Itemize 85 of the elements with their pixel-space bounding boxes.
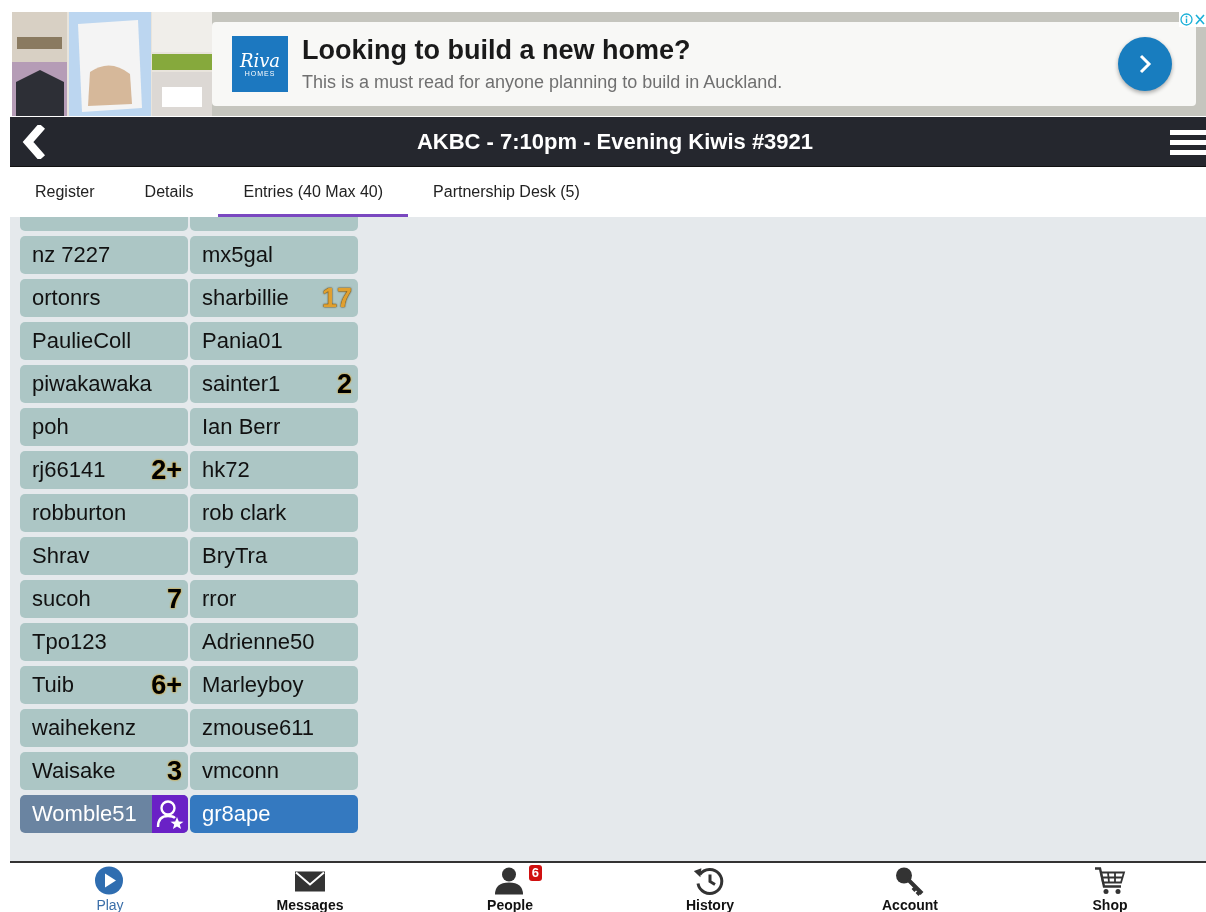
player-cell[interactable]: robburton [20, 494, 188, 532]
player-cell[interactable]: PaulieColl [20, 322, 188, 360]
player-cell[interactable]: Womble51 [20, 795, 188, 833]
rank-number: 2+ [151, 454, 182, 486]
player-cell[interactable]: Tuib 6+ [20, 666, 188, 704]
player-name: Ian Berr [202, 414, 282, 440]
player-name: poh [32, 414, 70, 440]
menu-button[interactable] [1170, 128, 1206, 155]
player-cell[interactable]: Marleyboy [190, 666, 358, 704]
player-cell[interactable]: poh [20, 408, 188, 446]
player-cell[interactable]: gr8ape [190, 795, 358, 833]
player-cell[interactable]: rror [190, 580, 358, 618]
player-name: Pania01 [202, 328, 284, 354]
player-name: ortonrs [32, 285, 102, 311]
user-star-icon [156, 799, 184, 829]
player-cell[interactable]: Pania01 [190, 322, 358, 360]
tab[interactable]: Details [119, 167, 219, 217]
rank-number: 2 [336, 368, 352, 400]
player-name: nz 7227 [32, 242, 112, 268]
player-name: sainter1 [202, 371, 282, 397]
player-name: BryTra [202, 543, 269, 569]
nav-item[interactable]: History [610, 863, 810, 912]
nav-item[interactable]: Account [810, 863, 1010, 912]
player-name: Shrav [32, 543, 91, 569]
player-cell[interactable]: Waisake 3 [20, 752, 188, 790]
count-badge: 6 [528, 865, 542, 881]
player-name: Adrienne50 [202, 629, 316, 655]
player-name: mx5gal [202, 242, 274, 268]
player-cell[interactable]: nz 7227 [20, 236, 188, 274]
player-name: rob clark [202, 500, 288, 526]
player-name: gr8ape [202, 801, 272, 827]
nav-item[interactable]: 6 People [410, 863, 610, 912]
player-cell[interactable]: Ian Berr [190, 408, 358, 446]
player-cell[interactable]: sharbillie 17 [190, 279, 358, 317]
nav-item[interactable]: Messages [210, 863, 410, 912]
player-cell[interactable]: sainter1 2 [190, 365, 358, 403]
player-cell[interactable]: Tpo123 [20, 623, 188, 661]
key-icon [894, 865, 926, 897]
player-cell[interactable]: rob clark [190, 494, 358, 532]
player-name: Womble51 [32, 801, 138, 827]
player-name: rj66141 [32, 457, 107, 483]
rank-number: 3 [166, 755, 182, 787]
player-name: sharbillie [202, 285, 290, 311]
player-cell[interactable]: ortonrs [20, 279, 188, 317]
nav-item[interactable]: Shop [1010, 863, 1206, 912]
tab[interactable]: Partnership Desk (5) [408, 167, 605, 217]
tab[interactable]: Register [10, 167, 120, 217]
player-cell[interactable]: mx5gal [190, 236, 358, 274]
player-name: Marleyboy [202, 672, 305, 698]
page-title: AKBC - 7:10pm - Evening Kiwis #3921 [415, 128, 815, 155]
close-icon[interactable] [1195, 13, 1205, 26]
ad-text: This is a must read for anyone planning to build in Auckland. [302, 72, 784, 93]
player-name: piwakawaka [32, 371, 153, 397]
player-cell[interactable]: BryTra [190, 537, 358, 575]
info-icon[interactable] [1180, 13, 1193, 26]
player-cell[interactable]: piwakawaka [20, 365, 188, 403]
player-name: sucoh [32, 586, 92, 612]
player-name: Tuib [32, 672, 75, 698]
player-cell[interactable]: sucoh 7 [20, 580, 188, 618]
player-cell[interactable]: Shrav [20, 537, 188, 575]
player-cell[interactable]: vmconn [190, 752, 358, 790]
rank-number: 7 [166, 583, 182, 615]
player-name: waihekenz [32, 715, 137, 741]
player-name: Tpo123 [32, 629, 108, 655]
rank-number: 17 [321, 282, 352, 314]
player-cell[interactable]: Adrienne50 [190, 623, 358, 661]
player-name: robburton [32, 500, 128, 526]
player-cell[interactable]: rj66141 2+ [20, 451, 188, 489]
player-name: Waisake [32, 758, 117, 784]
ad-headline: Looking to build a new home? [302, 35, 692, 66]
player-cell[interactable]: zmouse611 [190, 709, 358, 747]
chevron-button[interactable] [1118, 37, 1172, 91]
player-name: zmouse611 [202, 715, 316, 741]
player-name: vmconn [202, 758, 281, 784]
cart-icon [1094, 865, 1126, 897]
player-cell[interactable]: waihekenz [20, 709, 188, 747]
player-name: rror [202, 586, 238, 612]
person-icon [494, 865, 526, 897]
player-name: hk72 [202, 457, 251, 483]
nav-item[interactable]: Play [10, 863, 210, 912]
player-name: PaulieColl [32, 328, 133, 354]
rank-number: 6+ [151, 669, 182, 701]
history-icon [694, 865, 726, 897]
play-icon [94, 865, 126, 897]
player-cell[interactable]: hk72 [190, 451, 358, 489]
